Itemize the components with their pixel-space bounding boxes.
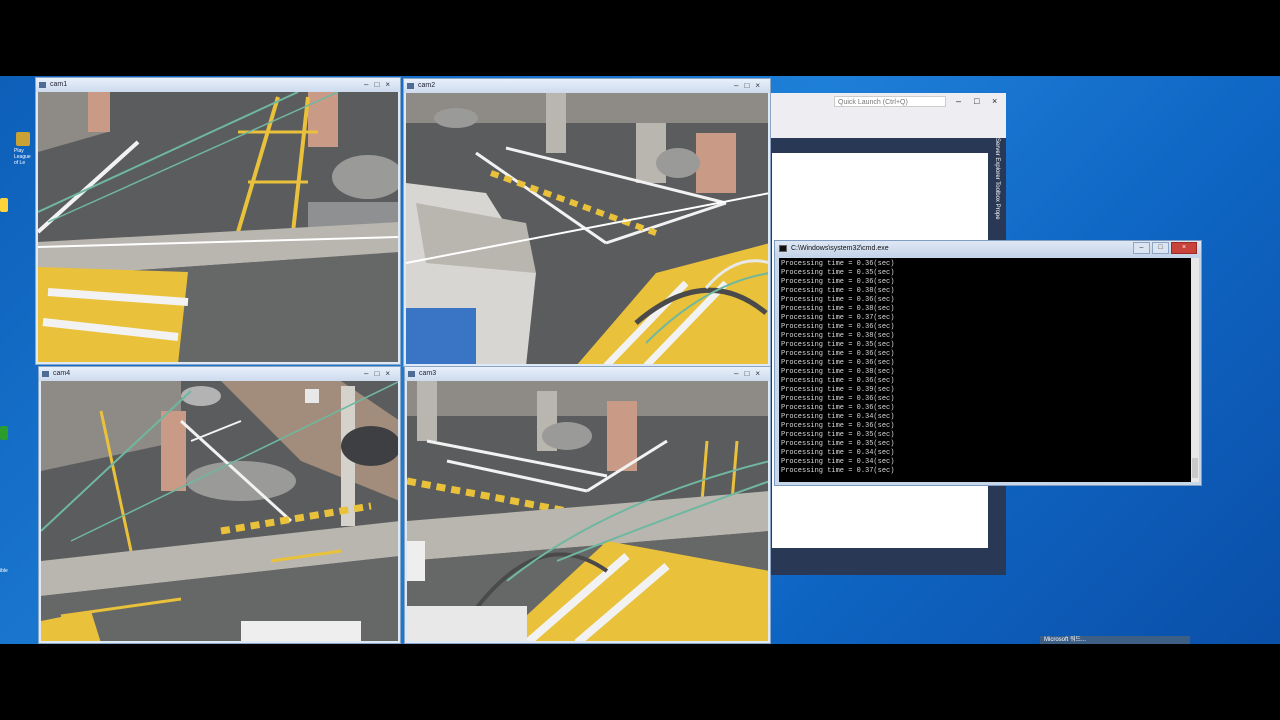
maximize-button[interactable]: □	[974, 95, 979, 107]
game-icon[interactable]	[16, 132, 30, 146]
window-controls[interactable]: –□×	[364, 367, 396, 381]
cmd-icon	[779, 245, 787, 252]
camera-window-cam2[interactable]: cam2 –□×	[403, 78, 771, 367]
camera-feed	[38, 92, 398, 362]
console-lines: Processing time = 0.36(sec) Processing t…	[781, 260, 895, 475]
vs-titlebar: Quick Launch (Ctrl+Q) – □ ×	[770, 93, 1006, 110]
scrollbar[interactable]	[1191, 258, 1199, 482]
window-icon	[407, 83, 414, 89]
console-output[interactable]: Processing time = 0.36(sec) Processing t…	[779, 258, 1191, 482]
window-icon	[39, 82, 46, 88]
cmd-titlebar[interactable]: C:\Windows\system32\cmd.exe – □ ×	[775, 241, 1201, 257]
window-titlebar[interactable]: cam1 –□×	[36, 78, 400, 92]
window-titlebar[interactable]: cam2 –□×	[404, 79, 770, 93]
cmd-title: C:\Windows\system32\cmd.exe	[791, 245, 889, 252]
close-button[interactable]: ×	[1171, 242, 1197, 254]
camera-window-cam4[interactable]: cam4 –□×	[38, 366, 401, 644]
maximize-button[interactable]: □	[1152, 242, 1169, 254]
taskbar-item[interactable]: Microsoft 워드...	[1040, 636, 1190, 644]
folder-icon[interactable]	[0, 198, 8, 212]
window-controls[interactable]: –□×	[364, 78, 396, 92]
minimize-button[interactable]: –	[956, 95, 961, 107]
window-controls[interactable]: –□×	[734, 367, 766, 381]
window-controls: – □ ×	[1133, 242, 1197, 254]
camera-window-cam1[interactable]: cam1 –□×	[35, 77, 401, 365]
window-icon	[42, 371, 49, 377]
cmd-window[interactable]: C:\Windows\system32\cmd.exe – □ × Proces…	[774, 240, 1202, 486]
camera-feed	[406, 93, 768, 364]
app-icon[interactable]	[0, 426, 8, 440]
window-title: cam3	[419, 370, 437, 377]
close-button[interactable]: ×	[992, 95, 997, 107]
window-controls[interactable]: –□×	[734, 79, 766, 93]
vs-toolbar	[770, 110, 1006, 138]
window-titlebar[interactable]: cam4 –□×	[39, 367, 400, 381]
window-title: cam1	[50, 81, 68, 88]
camera-feed	[41, 381, 398, 641]
window-titlebar[interactable]: cam3 –□×	[405, 367, 770, 381]
quick-launch-input[interactable]: Quick Launch (Ctrl+Q)	[834, 96, 946, 107]
window-title: cam2	[418, 82, 436, 89]
scrollbar-thumb[interactable]	[1192, 458, 1198, 478]
desktop-icon-label: Play League of Le	[14, 148, 31, 166]
camera-window-cam3[interactable]: cam3 –□×	[404, 366, 771, 644]
window-title: cam4	[53, 370, 71, 377]
desktop-icon-label: ible	[0, 568, 8, 574]
camera-feed	[407, 381, 768, 641]
minimize-button[interactable]: –	[1133, 242, 1150, 254]
window-icon	[408, 371, 415, 377]
